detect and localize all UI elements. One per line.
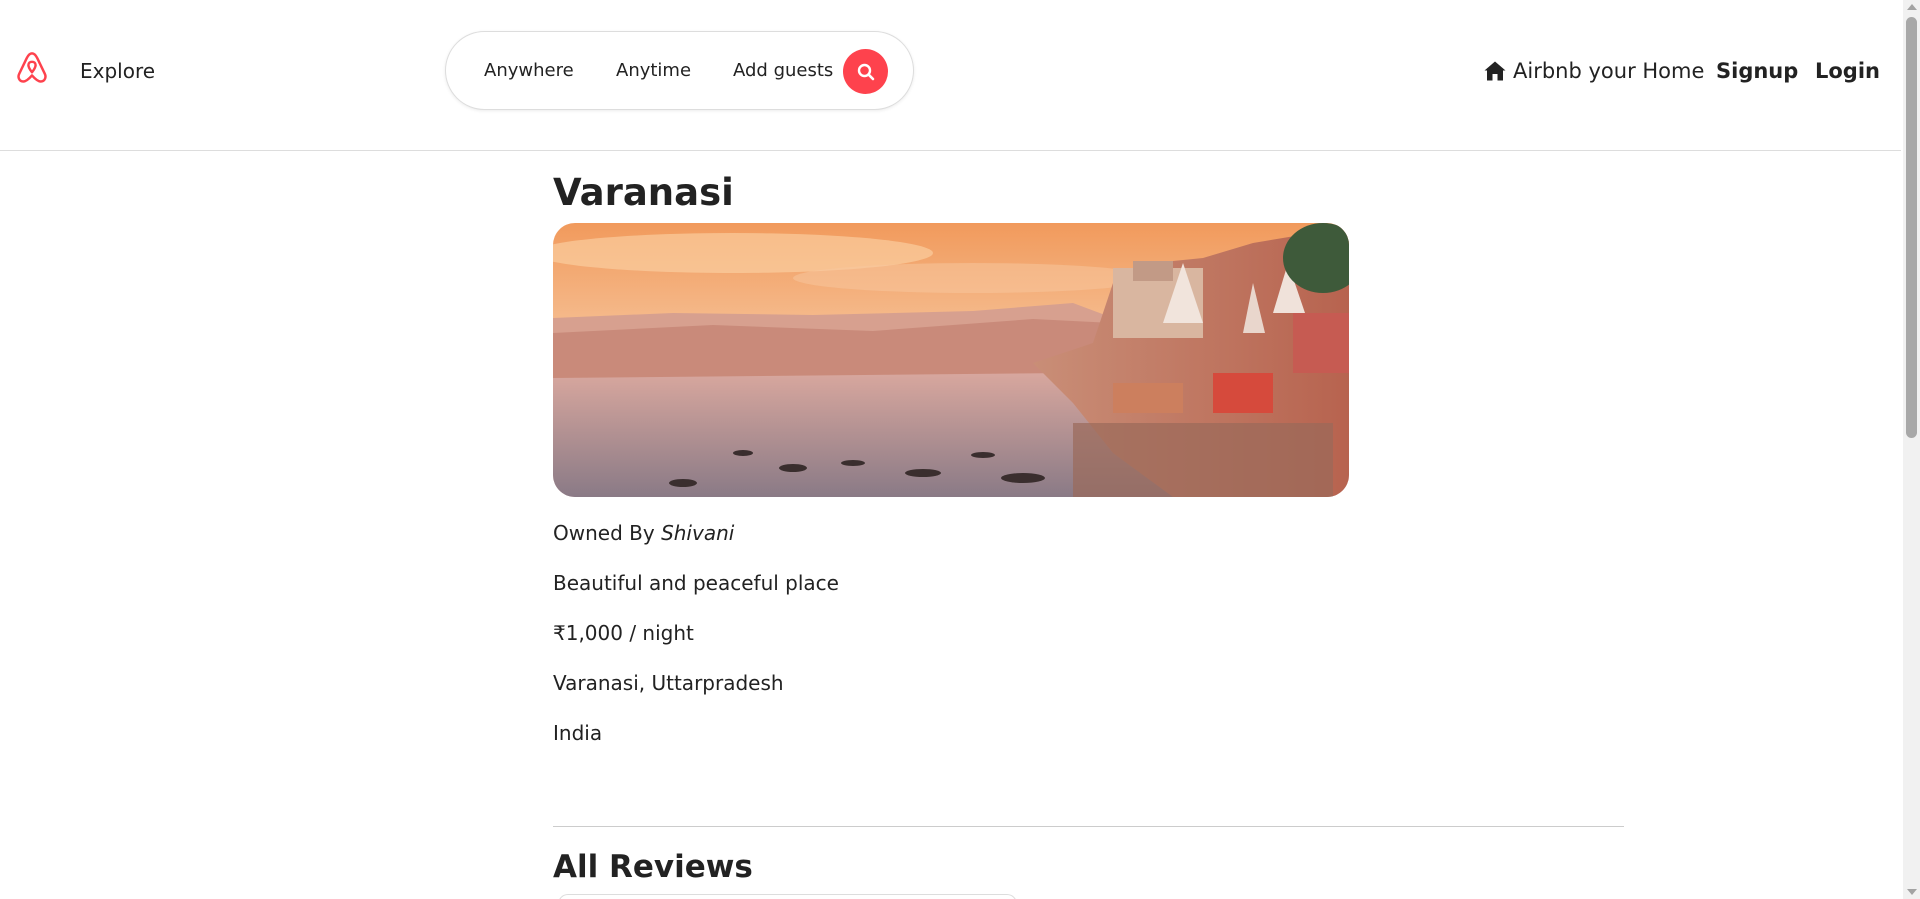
search-bar[interactable]: Anywhere Anytime Add guests — [445, 31, 914, 110]
airbnb-your-home-label: Airbnb your Home — [1513, 59, 1705, 83]
listing-owner: Owned By Shivani — [553, 520, 734, 546]
search-add-guests[interactable]: Add guests — [733, 60, 833, 81]
review-card — [558, 894, 1017, 899]
nav-explore-link[interactable]: Explore — [80, 59, 155, 83]
listing-price: ₹1,000 / night — [553, 621, 694, 645]
navbar: Explore Anywhere Anytime Add guests Airb… — [0, 0, 1901, 151]
airbnb-logo-icon[interactable] — [14, 50, 50, 86]
signup-link[interactable]: Signup — [1716, 59, 1798, 83]
listing-title: Varanasi — [553, 171, 734, 214]
search-button[interactable] — [843, 49, 888, 94]
scroll-up-icon[interactable] — [1907, 4, 1917, 10]
search-anywhere[interactable]: Anywhere — [484, 60, 574, 81]
listing-image — [553, 223, 1349, 497]
listing-description: Beautiful and peaceful place — [553, 571, 839, 595]
listing-location: Varanasi, Uttarpradesh — [553, 671, 784, 695]
login-link[interactable]: Login — [1815, 59, 1880, 83]
home-icon — [1483, 59, 1507, 83]
reviews-heading: All Reviews — [553, 849, 753, 885]
listing-country: India — [553, 721, 603, 745]
listing-owner-name: Shivani — [661, 521, 735, 545]
scrollbar-thumb[interactable] — [1906, 17, 1917, 438]
search-anytime[interactable]: Anytime — [616, 60, 691, 81]
page-scrollbar[interactable] — [1903, 0, 1920, 899]
search-icon — [856, 62, 876, 82]
listing-owner-prefix: Owned By — [553, 521, 655, 545]
section-divider — [553, 826, 1624, 827]
scroll-down-icon[interactable] — [1907, 889, 1917, 895]
airbnb-your-home-link[interactable]: Airbnb your Home — [1483, 59, 1704, 83]
